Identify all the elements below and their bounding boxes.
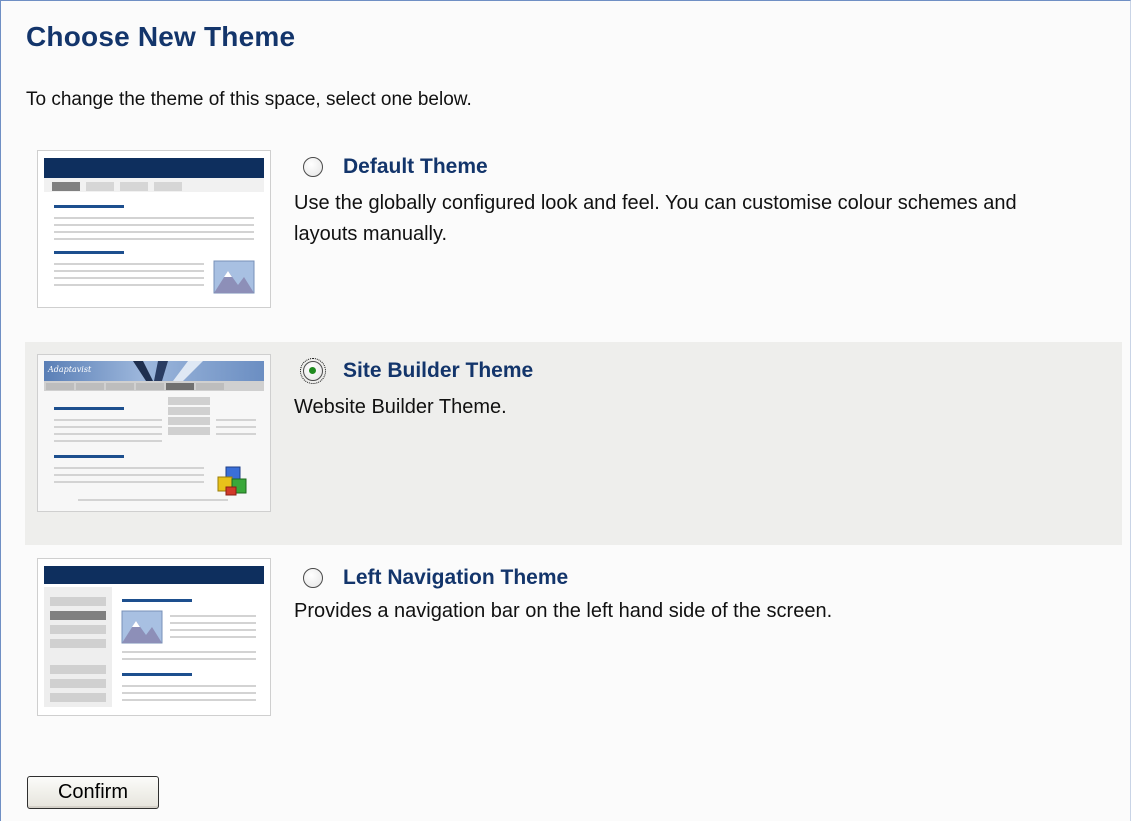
colored-blocks-icon <box>217 466 247 496</box>
landscape-image-icon <box>213 260 255 294</box>
default-theme-radio[interactable] <box>303 157 323 177</box>
site-builder-theme-radio-label[interactable]: Site Builder Theme <box>300 358 533 384</box>
default-theme-radio-label[interactable]: Default Theme <box>303 155 488 179</box>
site-builder-theme-preview[interactable]: Adaptavist <box>37 354 271 512</box>
confirm-button[interactable]: Confirm <box>27 776 159 809</box>
left-navigation-theme-description: Provides a navigation bar on the left ha… <box>294 600 833 622</box>
theme-chooser-panel: Choose New Theme To change the theme of … <box>0 0 1131 821</box>
theme-option-site-builder[interactable]: Adaptavist Site Builder Theme Website Bu… <box>25 342 1122 545</box>
left-navigation-theme-name[interactable]: Left Navigation Theme <box>343 566 568 590</box>
intro-text: To change the theme of this space, selec… <box>26 89 472 110</box>
site-builder-theme-radio[interactable] <box>300 358 326 384</box>
left-navigation-theme-preview[interactable] <box>37 558 271 716</box>
site-builder-theme-description: Website Builder Theme. <box>294 396 507 418</box>
default-theme-description: Use the globally configured look and fee… <box>294 192 1017 245</box>
page-title: Choose New Theme <box>26 21 296 52</box>
default-theme-name[interactable]: Default Theme <box>343 155 488 179</box>
left-navigation-theme-radio-label[interactable]: Left Navigation Theme <box>303 566 568 590</box>
landscape-image-icon <box>121 610 163 644</box>
banner-logo-text: Adaptavist <box>47 365 92 374</box>
site-builder-theme-name[interactable]: Site Builder Theme <box>343 359 533 383</box>
theme-option-default[interactable]: Default Theme Use the globally configure… <box>25 140 1122 343</box>
theme-option-left-navigation[interactable]: Left Navigation Theme Provides a navigat… <box>25 548 1122 751</box>
default-theme-preview[interactable] <box>37 150 271 308</box>
left-navigation-theme-radio[interactable] <box>303 568 323 588</box>
